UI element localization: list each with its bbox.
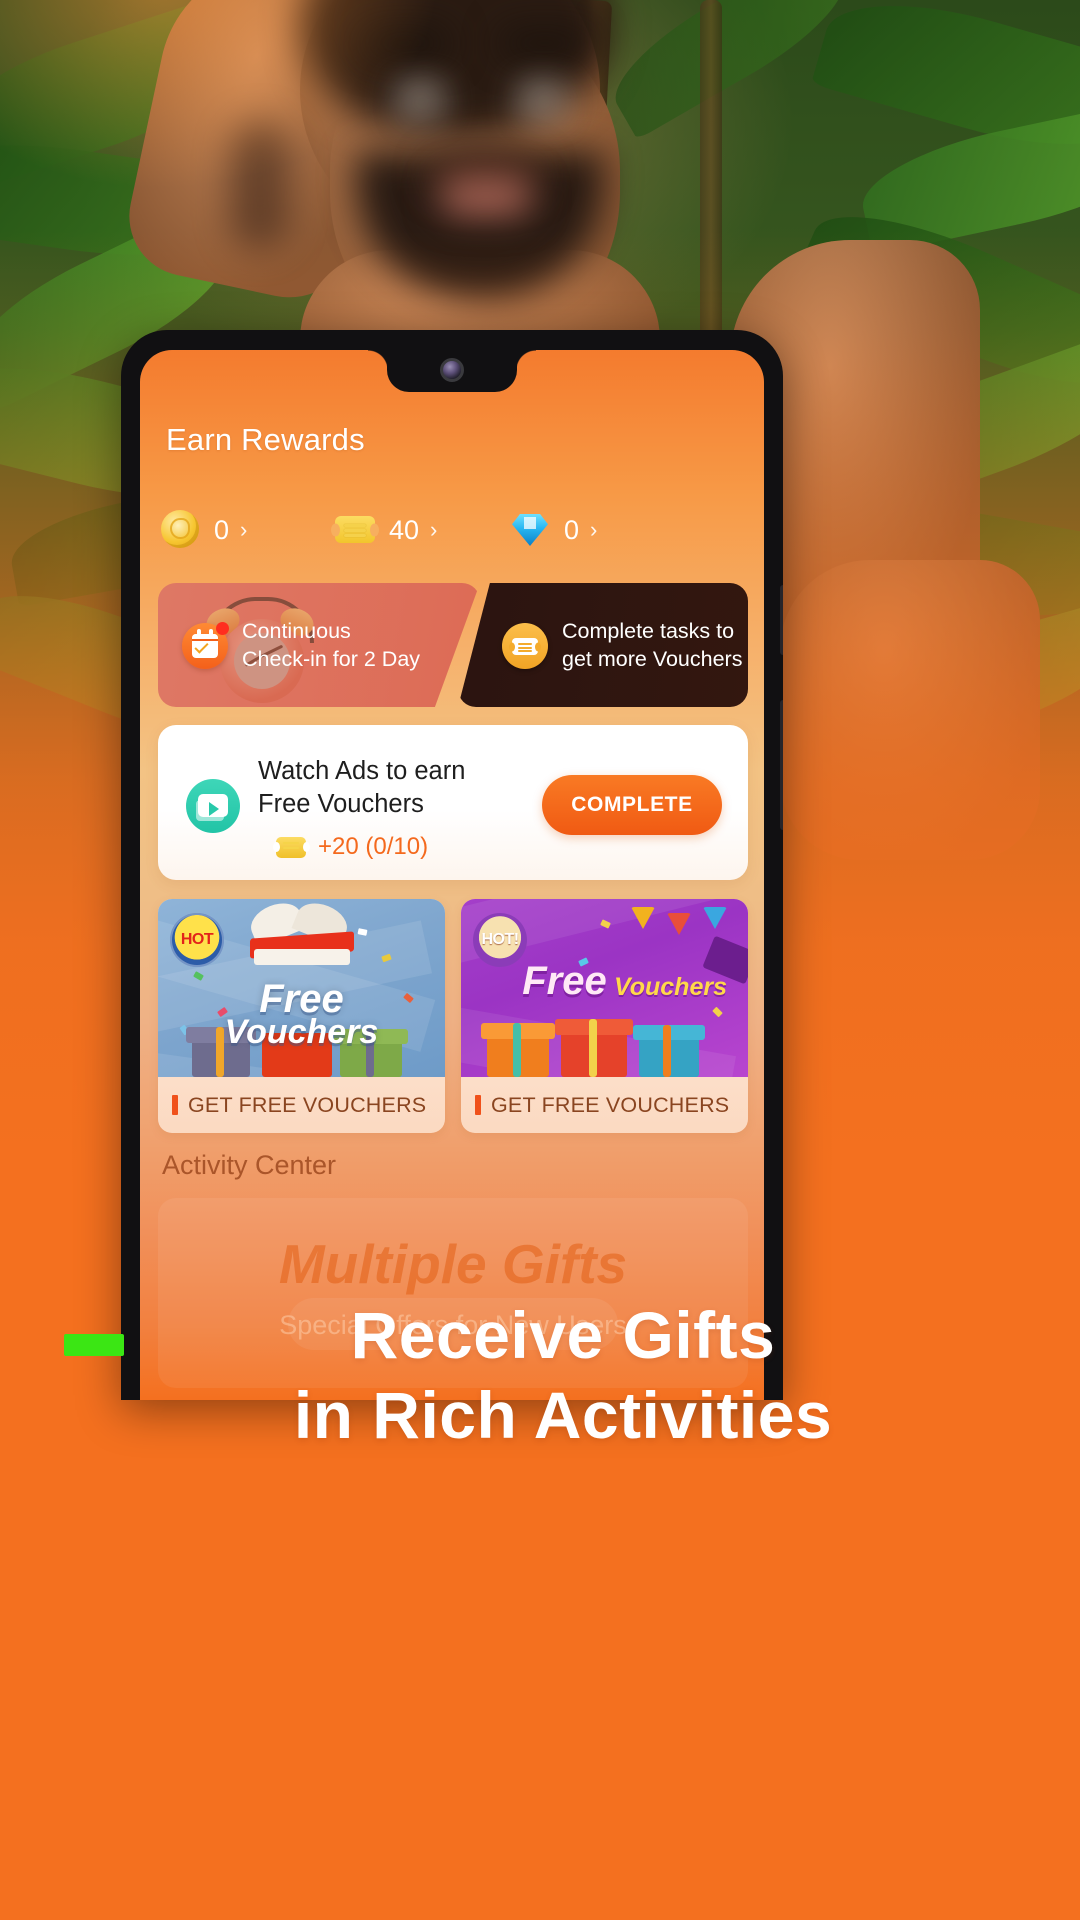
- promo-headline: Receive Gifts in Rich Activities: [0, 1295, 1080, 1455]
- coin-value: 0: [214, 514, 230, 545]
- currency-row: 0 › 40 › 0 ›: [158, 508, 748, 552]
- currency-vouchers[interactable]: 40 ›: [333, 508, 508, 552]
- voucher-value: 40: [389, 514, 420, 545]
- phone-mockup: Earn Rewards 0 › 40 › 0 › Continuous Che…: [121, 330, 783, 1400]
- task-title-line1: Watch Ads to earn: [258, 757, 466, 785]
- currency-gems[interactable]: 0 ›: [508, 508, 683, 552]
- voucher-label: GET FREE VOUCHERS: [188, 1092, 427, 1117]
- page-title: Earn Rewards: [166, 422, 365, 457]
- task-reward-text: +20 (0/10): [318, 833, 429, 860]
- voucher-art-blue: Free Vouchers HOT: [158, 899, 445, 1077]
- promo-headline-line1: Receive Gifts: [350, 1298, 776, 1372]
- power-button: [780, 700, 783, 830]
- currency-coins[interactable]: 0 ›: [158, 508, 333, 552]
- earn-rewards-app: Earn Rewards 0 › 40 › 0 › Continuous Che…: [140, 350, 764, 1400]
- activity-center-title: Activity Center: [162, 1150, 337, 1180]
- voucher-label-row: GET FREE VOUCHERS: [461, 1077, 748, 1133]
- banner-checkin-text: Continuous Check-in for 2 Day: [242, 617, 460, 673]
- voucher-card-row: Free Vouchers HOT GET FREE VOUCHERS Free…: [158, 899, 748, 1133]
- gem-value: 0: [564, 514, 580, 545]
- voucher-art-title-line2: Vouchers: [613, 973, 727, 1001]
- complete-button[interactable]: COMPLETE: [542, 775, 722, 835]
- watch-ads-task-card[interactable]: Watch Ads to earn Free Vouchers +20 (0/1…: [158, 725, 748, 880]
- chevron-right-icon: ›: [430, 517, 438, 542]
- coin-icon: [158, 508, 202, 552]
- voucher-label: GET FREE VOUCHERS: [491, 1092, 730, 1117]
- task-reward: +20 (0/10): [276, 833, 428, 861]
- video-play-icon: [186, 779, 240, 833]
- voucher-ticket-icon: [502, 623, 548, 669]
- banner-tasks-text: Complete tasks to get more Vouchers: [562, 617, 748, 673]
- voucher-art-purple: Free Vouchers HOT!: [461, 899, 748, 1077]
- ticket-icon: [276, 836, 306, 858]
- front-camera-icon: [440, 358, 464, 382]
- banner-tasks-line2: get more Vouchers: [562, 647, 743, 671]
- banner-row: Continuous Check-in for 2 Day Complete t…: [158, 583, 748, 707]
- voucher-art-title-line2: Vouchers: [224, 1013, 379, 1051]
- hot-badge: HOT!: [473, 913, 527, 967]
- banner-checkin[interactable]: Continuous Check-in for 2 Day: [158, 583, 480, 707]
- calendar-check-icon: [182, 622, 229, 669]
- banner-checkin-line1: Continuous: [242, 619, 351, 643]
- voucher-card[interactable]: Free Vouchers HOT GET FREE VOUCHERS: [158, 899, 445, 1133]
- gem-icon: [508, 508, 552, 552]
- banner-checkin-line2: Check-in for 2 Day: [242, 647, 421, 671]
- hot-badge: HOT: [170, 913, 224, 967]
- accent-bar: [172, 1095, 178, 1115]
- banner-tasks-line1: Complete tasks to: [562, 619, 735, 643]
- task-title: Watch Ads to earn Free Vouchers: [258, 755, 588, 821]
- voucher-label-row: GET FREE VOUCHERS: [158, 1077, 445, 1133]
- voucher-card[interactable]: Free Vouchers HOT! GET FREE VOUCHERS: [461, 899, 748, 1133]
- banner-tasks[interactable]: Complete tasks to get more Vouchers: [458, 583, 748, 707]
- chevron-right-icon: ›: [590, 517, 598, 542]
- accent-bar: [475, 1095, 481, 1115]
- notification-dot: [216, 622, 229, 635]
- phone-screen: Earn Rewards 0 › 40 › 0 › Continuous Che…: [140, 350, 764, 1400]
- promo-headline-line2: in Rich Activities: [293, 1378, 833, 1452]
- ticket-icon: [333, 508, 377, 552]
- chevron-right-icon: ›: [240, 517, 248, 542]
- volume-button: [780, 585, 783, 655]
- activity-banner-title: Multiple Gifts: [278, 1233, 628, 1295]
- task-title-line2: Free Vouchers: [258, 790, 424, 818]
